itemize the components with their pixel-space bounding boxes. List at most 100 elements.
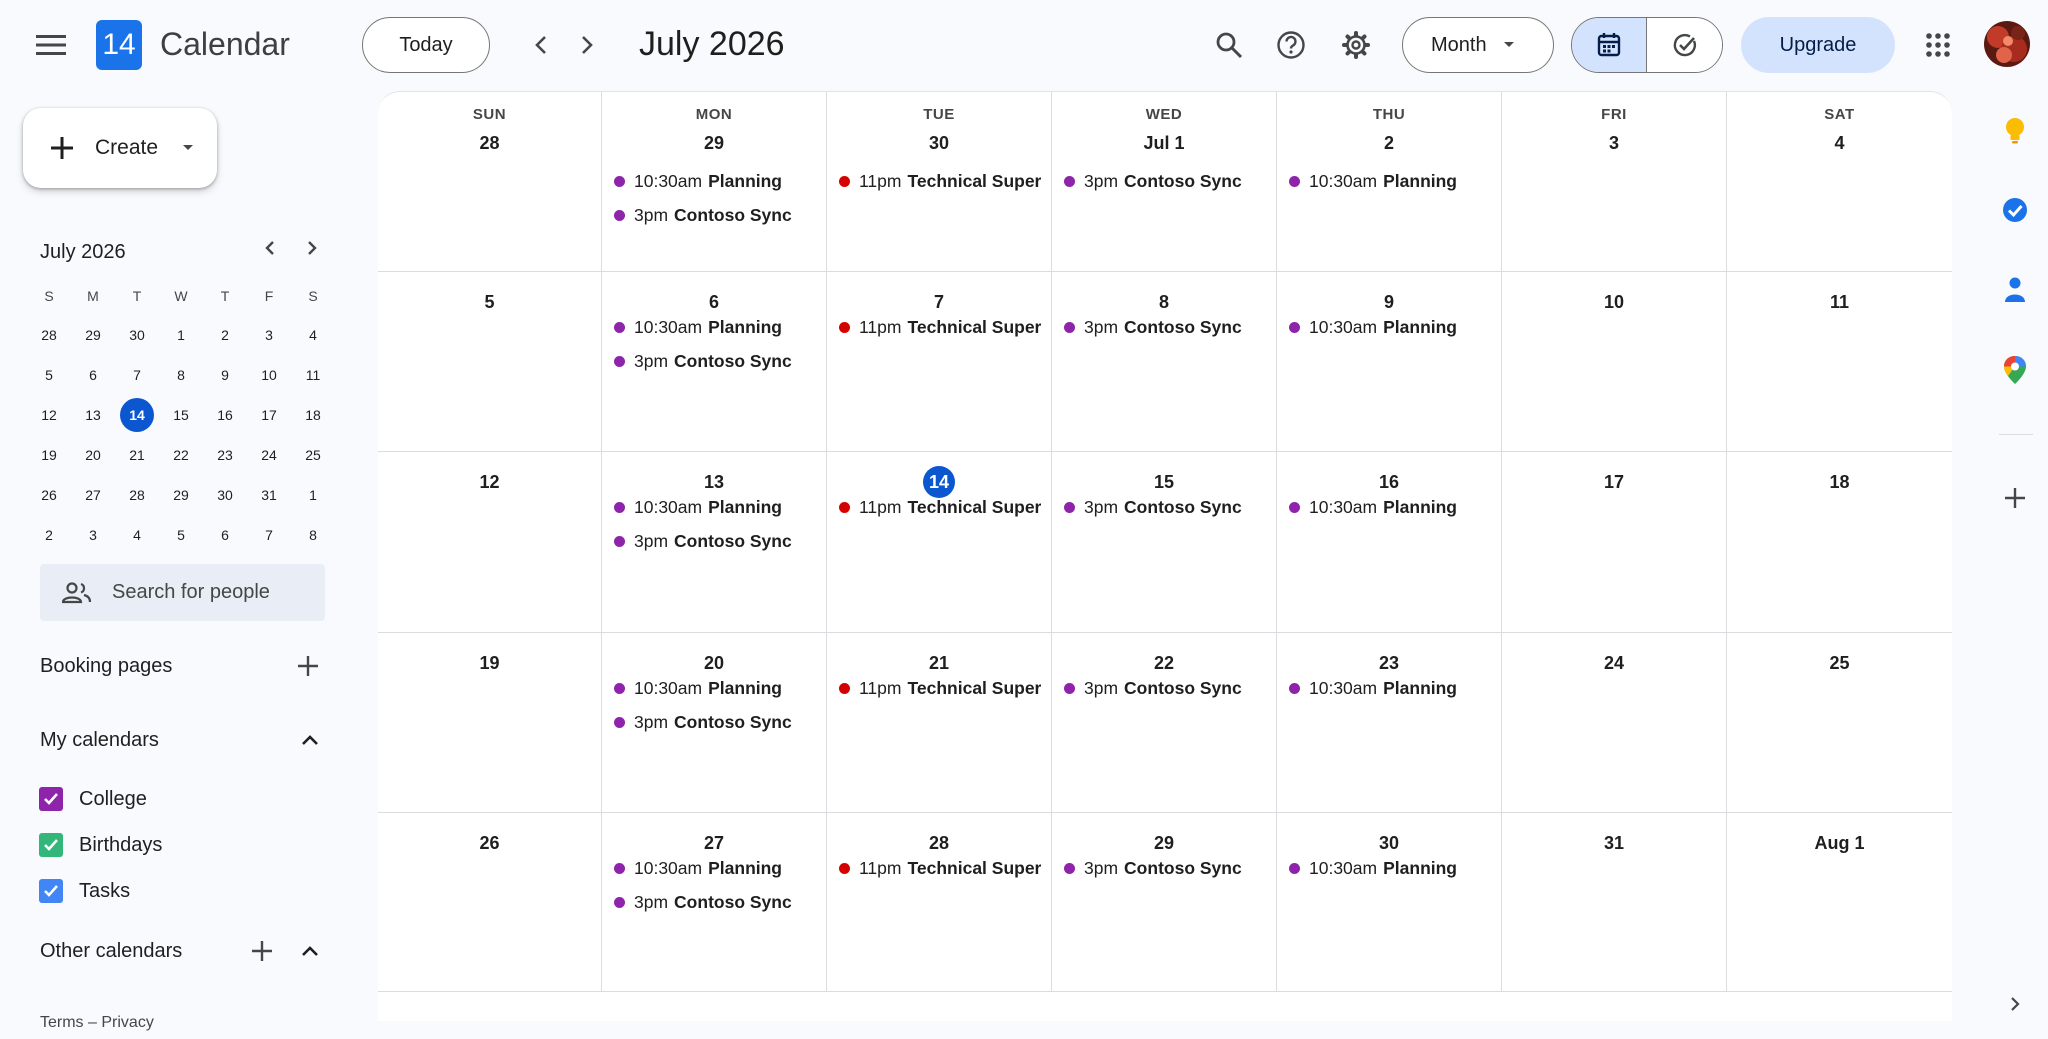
privacy-link[interactable]: Privacy: [101, 1014, 153, 1031]
keep-button[interactable]: [1991, 107, 2039, 155]
mini-calendar-day[interactable]: 16: [203, 395, 247, 435]
calendar-item-birthdays[interactable]: Birthdays: [39, 822, 329, 868]
event-chip[interactable]: 3pm Contoso Sync: [614, 526, 816, 556]
help-button[interactable]: [1267, 21, 1315, 69]
event-chip[interactable]: 10:30am Planning: [614, 853, 816, 883]
day-cell[interactable]: Aug 1: [1727, 813, 1952, 992]
date-number[interactable]: 29: [698, 127, 730, 159]
expand-side-panel-button[interactable]: [1991, 982, 2039, 1026]
date-number[interactable]: 5: [474, 286, 506, 318]
event-chip[interactable]: 3pm Contoso Sync: [1064, 853, 1266, 883]
day-cell[interactable]: 16 10:30am Planning: [1277, 452, 1502, 633]
mini-calendar-day[interactable]: 1: [291, 475, 335, 515]
event-chip[interactable]: 11pm Technical Superv: [839, 492, 1041, 522]
mini-calendar-day[interactable]: 6: [71, 355, 115, 395]
day-cell[interactable]: 10: [1502, 272, 1727, 452]
mini-calendar-day[interactable]: 26: [27, 475, 71, 515]
mini-calendar-day[interactable]: 4: [115, 515, 159, 555]
day-cell[interactable]: 29 3pm Contoso Sync: [1052, 813, 1277, 992]
day-cell[interactable]: 11: [1727, 272, 1952, 452]
mini-calendar-day[interactable]: 11: [291, 355, 335, 395]
event-chip[interactable]: 3pm Contoso Sync: [614, 707, 816, 737]
view-switcher-dropdown[interactable]: Month: [1402, 17, 1554, 73]
event-chip[interactable]: 10:30am Planning: [614, 166, 816, 196]
mini-calendar-day[interactable]: 2: [27, 515, 71, 555]
day-cell[interactable]: 28 11pm Technical Superv: [827, 813, 1052, 992]
date-number[interactable]: 19: [474, 647, 506, 679]
mini-calendar-day[interactable]: 6: [203, 515, 247, 555]
event-chip[interactable]: 10:30am Planning: [1289, 673, 1491, 703]
day-cell[interactable]: 31: [1502, 813, 1727, 992]
date-number[interactable]: 11: [1824, 286, 1856, 318]
tasks-view-toggle[interactable]: [1647, 18, 1722, 72]
mini-calendar-day[interactable]: 4: [291, 315, 335, 355]
day-cell[interactable]: SAT 4: [1727, 92, 1952, 272]
event-chip[interactable]: 11pm Technical Superv: [839, 166, 1041, 196]
calendar-checkbox[interactable]: [39, 787, 63, 811]
my-calendars-collapse-button[interactable]: [286, 716, 334, 764]
day-cell[interactable]: 23 10:30am Planning: [1277, 633, 1502, 813]
other-calendars-header[interactable]: Other calendars: [40, 940, 182, 963]
account-avatar[interactable]: [1984, 21, 2030, 67]
main-menu-button[interactable]: [27, 21, 75, 69]
event-chip[interactable]: 10:30am Planning: [614, 673, 816, 703]
terms-link[interactable]: Terms: [40, 1014, 84, 1031]
mini-calendar-day[interactable]: 13: [71, 395, 115, 435]
mini-calendar-day[interactable]: 3: [247, 315, 291, 355]
event-chip[interactable]: 3pm Contoso Sync: [1064, 166, 1266, 196]
mini-calendar-day[interactable]: 12: [27, 395, 71, 435]
calendar-view-toggle[interactable]: [1572, 18, 1647, 72]
day-cell[interactable]: 21 11pm Technical Superv: [827, 633, 1052, 813]
mini-calendar-day[interactable]: 24: [247, 435, 291, 475]
day-cell[interactable]: 30 10:30am Planning: [1277, 813, 1502, 992]
day-cell[interactable]: 12: [378, 452, 602, 633]
day-cell[interactable]: 7 11pm Technical Superv: [827, 272, 1052, 452]
mini-calendar-day[interactable]: 2: [203, 315, 247, 355]
day-cell[interactable]: SUN 28: [378, 92, 602, 272]
add-addon-button[interactable]: [1991, 474, 2039, 522]
event-chip[interactable]: 10:30am Planning: [1289, 312, 1491, 342]
event-chip[interactable]: 3pm Contoso Sync: [1064, 492, 1266, 522]
calendar-checkbox[interactable]: [39, 833, 63, 857]
date-number[interactable]: Aug 1: [1814, 827, 1864, 859]
date-number[interactable]: 28: [474, 127, 506, 159]
mini-calendar-day[interactable]: 28: [115, 475, 159, 515]
mini-calendar-next-button[interactable]: [292, 228, 332, 268]
mini-calendar-day[interactable]: 31: [247, 475, 291, 515]
mini-calendar-day[interactable]: 17: [247, 395, 291, 435]
mini-calendar-day[interactable]: 9: [203, 355, 247, 395]
search-button[interactable]: [1205, 21, 1253, 69]
previous-month-button[interactable]: [517, 21, 565, 69]
mini-calendar-day[interactable]: 28: [27, 315, 71, 355]
date-number[interactable]: 2: [1373, 127, 1405, 159]
mini-calendar-day[interactable]: 15: [159, 395, 203, 435]
event-chip[interactable]: 11pm Technical Superv: [839, 853, 1041, 883]
google-apps-button[interactable]: [1914, 21, 1962, 69]
day-cell[interactable]: 5: [378, 272, 602, 452]
day-cell[interactable]: 22 3pm Contoso Sync: [1052, 633, 1277, 813]
add-other-calendar-button[interactable]: [238, 927, 286, 975]
day-cell[interactable]: WED Jul 1 3pm Contoso Sync: [1052, 92, 1277, 272]
mini-calendar-day[interactable]: 1: [159, 315, 203, 355]
mini-calendar-day[interactable]: 30: [115, 315, 159, 355]
date-number[interactable]: 31: [1598, 827, 1630, 859]
day-cell[interactable]: 20 10:30am Planning 3pm Contoso Sync: [602, 633, 827, 813]
search-people-input[interactable]: Search for people: [40, 564, 325, 621]
day-cell[interactable]: 8 3pm Contoso Sync: [1052, 272, 1277, 452]
day-cell[interactable]: 25: [1727, 633, 1952, 813]
date-number[interactable]: 18: [1824, 466, 1856, 498]
date-number[interactable]: 24: [1598, 647, 1630, 679]
mini-calendar-day[interactable]: 20: [71, 435, 115, 475]
tasks-button[interactable]: [1991, 186, 2039, 234]
create-button[interactable]: Create: [23, 108, 217, 188]
settings-button[interactable]: [1332, 21, 1380, 69]
date-number[interactable]: 25: [1824, 647, 1856, 679]
event-chip[interactable]: 3pm Contoso Sync: [614, 887, 816, 917]
event-chip[interactable]: 10:30am Planning: [1289, 853, 1491, 883]
day-cell[interactable]: 13 10:30am Planning 3pm Contoso Sync: [602, 452, 827, 633]
day-cell[interactable]: 24: [1502, 633, 1727, 813]
event-chip[interactable]: 3pm Contoso Sync: [1064, 673, 1266, 703]
date-number[interactable]: 10: [1598, 286, 1630, 318]
event-chip[interactable]: 3pm Contoso Sync: [1064, 312, 1266, 342]
mini-calendar-day[interactable]: 7: [115, 355, 159, 395]
